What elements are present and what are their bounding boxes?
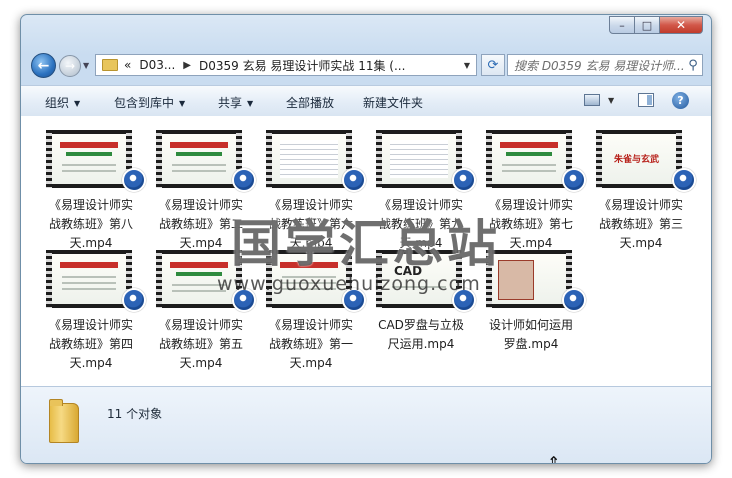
watermark-title: 国学汇总站 — [231, 215, 501, 273]
breadcrumb-item-current[interactable]: D0359 玄易 易理设计师实战 11集 (... — [199, 57, 405, 74]
folder-icon — [102, 59, 118, 71]
breadcrumb-overflow[interactable]: « — [124, 58, 131, 72]
video-thumbnail — [486, 130, 572, 188]
video-thumbnail — [156, 130, 242, 188]
address-dropdown-icon[interactable]: ▼ — [464, 61, 470, 70]
include-in-library-label: 包含到库中 — [114, 96, 175, 110]
chevron-down-icon: ▼ — [179, 99, 186, 108]
command-bar: 组织 ▼ 包含到库中 ▼ 共享 ▼ 全部播放 新建文件夹 ▼ ? — [21, 85, 711, 117]
search-box[interactable]: 搜索 D0359 玄易 易理设计师... ⚲ — [507, 54, 703, 76]
new-folder-button[interactable]: 新建文件夹 — [363, 94, 423, 111]
search-input[interactable]: 搜索 D0359 玄易 易理设计师... — [508, 57, 684, 74]
recent-pages-dropdown-icon[interactable]: ▼ — [83, 61, 89, 70]
watermark-url: www.guoxuehuizong.com — [217, 273, 481, 295]
address-bar[interactable]: « D03... ▶ D0359 玄易 易理设计师实战 11集 (... ▼ — [95, 54, 477, 76]
include-in-library-button[interactable]: 包含到库中 ▼ — [114, 94, 185, 111]
video-thumbnail — [46, 250, 132, 308]
chevron-down-icon: ▼ — [247, 99, 254, 108]
organize-label: 组织 — [45, 96, 70, 110]
video-thumbnail — [266, 130, 352, 188]
resize-cursor-icon: ⇕ — [547, 453, 561, 464]
change-view-icon[interactable] — [584, 94, 600, 106]
media-player-icon — [122, 288, 146, 312]
media-player-icon — [562, 168, 586, 192]
video-thumbnail: 朱雀与玄武 — [596, 130, 682, 188]
address-row: ← → ▼ « D03... ▶ D0359 玄易 易理设计师实战 11集 (.… — [29, 51, 703, 81]
caption-buttons: – □ ✕ — [609, 16, 703, 34]
video-thumbnail — [376, 130, 462, 188]
organize-button[interactable]: 组织 ▼ — [45, 94, 80, 111]
media-player-icon — [452, 168, 476, 192]
media-player-icon — [122, 168, 146, 192]
media-player-icon — [342, 168, 366, 192]
share-label: 共享 — [218, 96, 243, 110]
chevron-down-icon: ▼ — [74, 99, 81, 108]
play-all-button[interactable]: 全部播放 — [286, 94, 334, 111]
refresh-icon: ⟳ — [487, 57, 499, 73]
chevron-right-icon[interactable]: ▶ — [183, 60, 191, 71]
maximize-button[interactable]: □ — [634, 16, 660, 34]
forward-button[interactable]: → — [59, 55, 81, 77]
folder-icon — [49, 399, 79, 443]
view-options-dropdown-icon[interactable]: ▼ — [608, 96, 614, 105]
file-list: 《易理设计师实 战教练班》第八 天.mp4 《易理设计师实 战教练班》第二 天.mp4 … — [21, 116, 711, 386]
back-button[interactable]: ← — [31, 53, 56, 78]
item-count: 11 个对象 — [107, 407, 163, 421]
file-name: 设计师如何运用 罗盘.mp4 — [488, 318, 573, 351]
help-icon[interactable]: ? — [672, 92, 689, 109]
close-button[interactable]: ✕ — [659, 16, 703, 34]
breadcrumb-item[interactable]: D03... — [139, 58, 175, 72]
share-button[interactable]: 共享 ▼ — [218, 94, 253, 111]
refresh-button[interactable]: ⟳ — [481, 54, 505, 76]
search-icon[interactable]: ⚲ — [684, 58, 702, 73]
details-pane: 11 个对象 ⇕ — [21, 386, 711, 464]
thumbnail-text: 朱雀与玄武 — [614, 155, 660, 165]
media-player-icon — [562, 288, 586, 312]
explorer-window: – □ ✕ ← → ▼ « D03... ▶ D0359 玄易 易理设计师实战 … — [20, 14, 712, 464]
media-player-icon — [672, 168, 696, 192]
video-thumbnail — [46, 130, 132, 188]
file-name: 《易理设计师实 战教练班》第三 天.mp4 — [598, 198, 683, 250]
minimize-button[interactable]: – — [609, 16, 635, 34]
media-player-icon — [232, 168, 256, 192]
preview-pane-icon[interactable] — [638, 93, 654, 107]
